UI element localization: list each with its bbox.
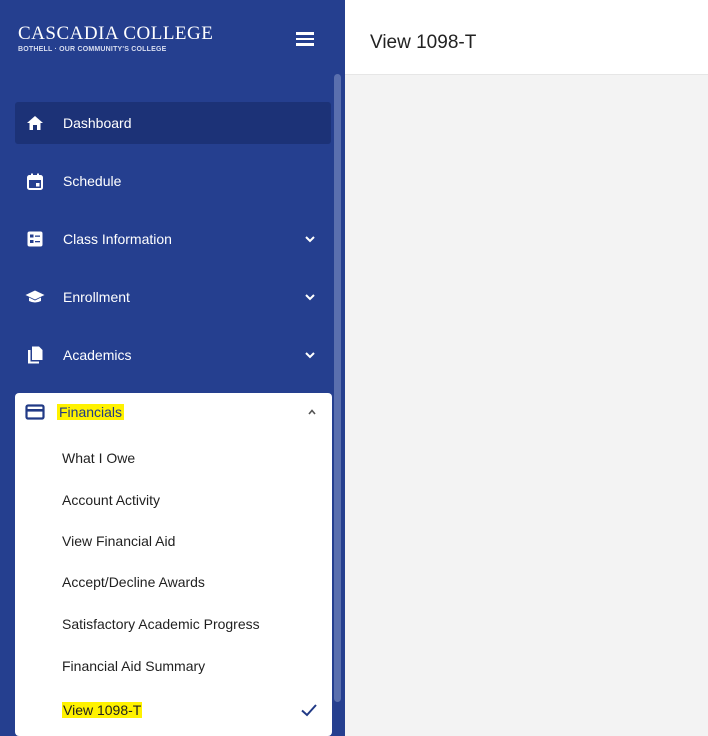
sidebar-item-financials[interactable]: Financials — [15, 393, 332, 431]
class-info-icon — [25, 229, 45, 249]
chevron-down-icon — [305, 236, 315, 243]
sidebar-item-schedule[interactable]: Schedule — [15, 160, 331, 202]
sidebar-item-academics[interactable]: Academics — [15, 334, 331, 376]
submenu-item-financial-aid-summary[interactable]: Financial Aid Summary — [15, 646, 332, 686]
home-icon — [25, 113, 45, 133]
sidebar-item-enrollment[interactable]: Enrollment — [15, 276, 331, 318]
submenu-item-view-1098-t[interactable]: View 1098-T — [15, 690, 332, 730]
chevron-up-icon — [308, 409, 316, 415]
top-bar: View 1098-T — [345, 0, 708, 75]
financials-submenu: Financials What I Owe Account Activity V… — [15, 393, 332, 736]
brand-tagline: BOTHELL · OUR COMMUNITY'S COLLEGE — [18, 46, 167, 53]
sidebar-item-label: Academics — [63, 347, 132, 363]
sidebar-item-label: Schedule — [63, 173, 122, 189]
chevron-down-icon — [305, 294, 315, 301]
calendar-icon — [25, 171, 45, 191]
submenu-item-what-i-owe[interactable]: What I Owe — [15, 438, 332, 478]
sidebar-item-dashboard[interactable]: Dashboard — [15, 102, 331, 144]
sidebar-item-label: Dashboard — [63, 115, 132, 131]
credit-card-icon — [25, 404, 45, 420]
submenu-item-satisfactory-academic-progress[interactable]: Satisfactory Academic Progress — [15, 604, 332, 644]
submenu-item-label: Satisfactory Academic Progress — [62, 616, 260, 632]
submenu-item-view-financial-aid[interactable]: View Financial Aid — [15, 521, 332, 561]
documents-icon — [25, 345, 45, 365]
sidebar-scrollbar[interactable] — [334, 74, 341, 702]
check-icon — [301, 704, 317, 717]
sidebar-item-label: Financials — [57, 404, 125, 420]
main-content-area — [345, 75, 708, 736]
menu-toggle-icon[interactable] — [296, 30, 320, 50]
chevron-down-icon — [305, 352, 315, 359]
submenu-item-label: View 1098-T — [62, 702, 143, 718]
sidebar: CASCADIA COLLEGE BOTHELL · OUR COMMUNITY… — [0, 0, 345, 736]
submenu-item-label: View Financial Aid — [62, 533, 176, 549]
sidebar-item-label: Class Information — [63, 231, 172, 247]
graduation-cap-icon — [25, 287, 45, 307]
brand-name: CASCADIA COLLEGE — [18, 23, 214, 44]
college-logo[interactable]: CASCADIA COLLEGE BOTHELL · OUR COMMUNITY… — [18, 23, 214, 54]
submenu-item-label: Accept/Decline Awards — [62, 574, 205, 590]
page-title: View 1098-T — [370, 32, 477, 53]
submenu-item-accept-decline-awards[interactable]: Accept/Decline Awards — [15, 562, 332, 602]
submenu-item-label: Account Activity — [62, 492, 161, 508]
sidebar-item-class-information[interactable]: Class Information — [15, 218, 331, 260]
sidebar-item-label: Enrollment — [63, 289, 130, 305]
submenu-item-label: What I Owe — [62, 450, 136, 466]
submenu-item-account-activity[interactable]: Account Activity — [15, 480, 332, 520]
submenu-item-label: Financial Aid Summary — [62, 658, 206, 674]
